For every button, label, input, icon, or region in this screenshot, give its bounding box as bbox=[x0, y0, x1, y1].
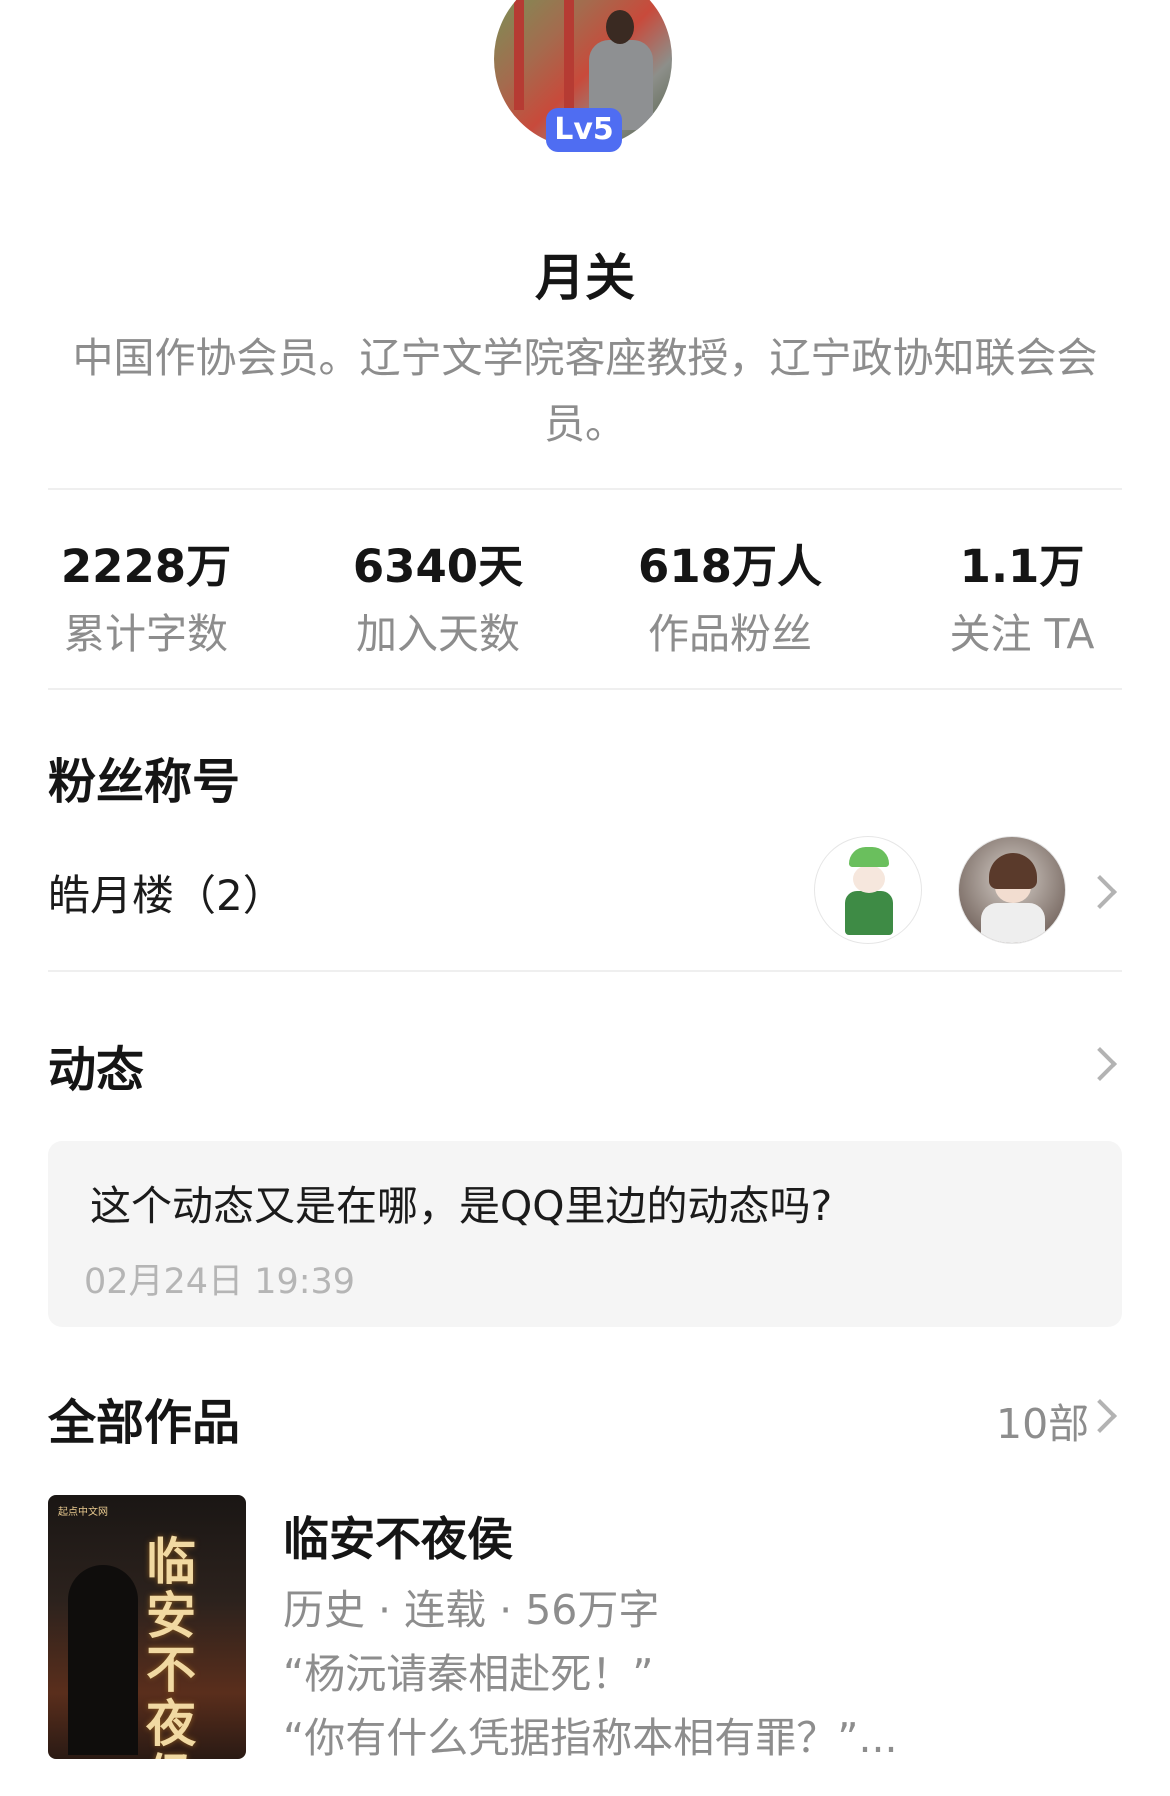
author-bio: 中国作协会员。辽宁文学院客座教授，辽宁政协知联会会员。 bbox=[72, 334, 1098, 448]
book-title[interactable]: 临安不夜侯 bbox=[283, 1503, 513, 1569]
moment-timestamp: 02月24日 19:39 bbox=[84, 1262, 356, 1302]
stat-value: 6340天 bbox=[352, 540, 524, 593]
fan-avatar-figure bbox=[981, 903, 1045, 943]
book-excerpt: “杨沅请秦相赴死！” “你有什么凭据指称本相有罪？”... bbox=[283, 1642, 1043, 1770]
stat-fans: 618万人 作品粉丝 bbox=[584, 530, 876, 660]
divider bbox=[48, 488, 1122, 490]
avatar-person-head bbox=[606, 10, 634, 44]
book-excerpt-line: “你有什么凭据指称本相有罪？”... bbox=[283, 1714, 898, 1762]
chevron-right-icon[interactable] bbox=[1083, 875, 1117, 909]
fan-avatar-hair bbox=[989, 853, 1037, 889]
stat-word-count: 2228万 累计字数 bbox=[0, 530, 292, 660]
fan-avatar[interactable] bbox=[814, 836, 922, 944]
moments-heading[interactable]: 动态 bbox=[48, 1030, 144, 1100]
stat-join-days: 6340天 加入天数 bbox=[292, 530, 584, 660]
book-cover[interactable]: 起点中文网 临安不夜侯 bbox=[48, 1495, 246, 1759]
fan-avatar-hat bbox=[849, 847, 889, 867]
stat-label: 加入天数 bbox=[356, 610, 520, 658]
book-meta: 历史 · 连载 · 56万字 bbox=[283, 1586, 660, 1634]
stat-label: 关注 TA bbox=[949, 610, 1095, 658]
cover-publisher-tag: 起点中文网 bbox=[58, 1507, 108, 1518]
fan-avatar-face bbox=[853, 865, 885, 893]
moment-text: 这个动态又是在哪，是QQ里边的动态吗? bbox=[90, 1182, 833, 1230]
fan-avatar-figure bbox=[845, 891, 893, 935]
avatar-bg-pillar bbox=[514, 0, 524, 110]
level-badge: Lv5 bbox=[546, 108, 622, 152]
divider bbox=[48, 970, 1122, 972]
fan-title-heading: 粉丝称号 bbox=[48, 754, 241, 810]
author-name: 月关 bbox=[535, 249, 635, 307]
cover-title-art: 临安不夜侯 bbox=[146, 1532, 196, 1760]
stat-value: 1.1万 bbox=[959, 540, 1085, 593]
stat-label: 累计字数 bbox=[64, 610, 228, 658]
works-heading: 全部作品 bbox=[48, 1395, 241, 1451]
stat-label: 作品粉丝 bbox=[648, 610, 812, 658]
book-excerpt-line: “杨沅请秦相赴死！” bbox=[283, 1650, 654, 1698]
chevron-right-icon[interactable] bbox=[1083, 1047, 1117, 1081]
divider bbox=[48, 688, 1122, 690]
stat-following[interactable]: 1.1万 关注 TA bbox=[876, 530, 1168, 660]
stat-value: 618万人 bbox=[638, 540, 822, 593]
cover-figure bbox=[68, 1565, 138, 1755]
fan-avatar[interactable] bbox=[958, 836, 1066, 944]
fan-title-name[interactable]: 皓月楼（2） bbox=[48, 862, 285, 923]
avatar-bg-pillar bbox=[564, 0, 574, 110]
works-count[interactable]: 10部 bbox=[996, 1390, 1089, 1450]
stat-value: 2228万 bbox=[60, 540, 232, 593]
